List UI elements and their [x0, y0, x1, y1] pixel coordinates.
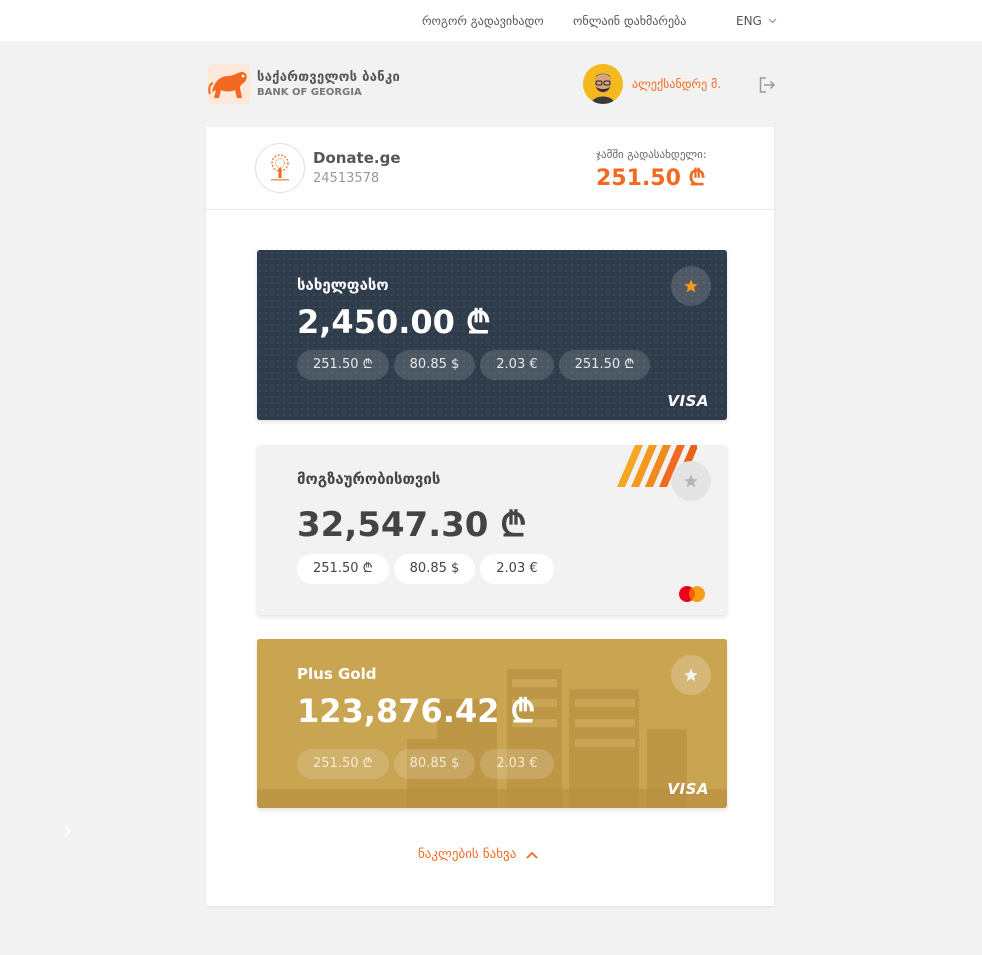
- logout-icon[interactable]: [758, 76, 776, 94]
- language-selector[interactable]: ENG: [736, 14, 777, 28]
- top-bar: როგორ გადავიხადო ონლაინ დახმარება ENG: [0, 0, 982, 41]
- star-icon: [684, 474, 698, 488]
- avatar: [583, 64, 623, 104]
- star-icon: [684, 668, 698, 682]
- merchant-id: 24513578: [313, 171, 380, 186]
- conversion-pill: 80.85 $: [393, 350, 476, 380]
- account-card-travel[interactable]: მოგზაურობისთვის 32,547.30 ₾ 251.50 ₾ 80.…: [257, 445, 727, 615]
- total-amount: 251.50 ₾: [596, 166, 706, 191]
- tree-logo-icon: [271, 154, 289, 181]
- total-label: ჯამში გადასახდელი:: [596, 148, 707, 161]
- card-name: სახელფასო: [297, 276, 389, 294]
- chevron-right-icon[interactable]: [62, 824, 72, 838]
- currency-conversions: 251.50 ₾ 80.85 $ 2.03 €: [297, 554, 559, 584]
- account-card-plus-gold[interactable]: Plus Gold 123,876.42 ₾ 251.50 ₾ 80.85 $ …: [257, 639, 727, 808]
- mastercard-logo-icon: [679, 586, 705, 602]
- conversion-pill: 251.50 ₾: [297, 749, 389, 779]
- card-name: მოგზაურობისთვის: [297, 470, 441, 488]
- avatar-photo-icon: [583, 64, 623, 104]
- conversion-pill: 251.50 ₾: [297, 554, 389, 584]
- star-icon: [684, 279, 698, 293]
- merchant-header: Donate.ge 24513578 ჯამში გადასახდელი: 25…: [206, 127, 774, 210]
- chevron-up-icon: [526, 851, 538, 859]
- favorite-button[interactable]: [671, 266, 711, 306]
- conversion-pill: 80.85 $: [393, 749, 476, 779]
- favorite-button[interactable]: [671, 461, 711, 501]
- currency-conversions: 251.50 ₾ 80.85 $ 2.03 € 251.50 ₾: [297, 350, 655, 380]
- conversion-pill: 2.03 €: [480, 554, 554, 584]
- user-name: ალექსანდრე მ.: [632, 77, 722, 91]
- user-profile[interactable]: ალექსანდრე მ.: [583, 64, 721, 104]
- show-less-button[interactable]: ნაკლების ნახვა: [418, 847, 538, 862]
- conversion-pill: 2.03 €: [480, 749, 554, 779]
- lion-logo-icon: [208, 64, 250, 104]
- online-help-link[interactable]: ონლაინ დახმარება: [573, 14, 686, 28]
- language-label: ENG: [736, 14, 762, 28]
- payment-panel: Donate.ge 24513578 ჯამში გადასახდელი: 25…: [206, 127, 774, 906]
- conversion-pill: 2.03 €: [480, 350, 554, 380]
- chevron-down-icon: [768, 18, 777, 24]
- visa-logo: VISA: [667, 392, 709, 410]
- currency-conversions: 251.50 ₾ 80.85 $ 2.03 €: [297, 749, 559, 779]
- account-card-salary[interactable]: სახელფასო 2,450.00 ₾ 251.50 ₾ 80.85 $ 2.…: [257, 250, 727, 420]
- bank-logo[interactable]: საქართველოს ბანკი BANK OF GEORGIA: [206, 64, 400, 104]
- show-less-label: ნაკლების ნახვა: [418, 847, 517, 862]
- merchant-name: Donate.ge: [313, 149, 401, 167]
- card-name: Plus Gold: [297, 665, 377, 683]
- favorite-button[interactable]: [671, 655, 711, 695]
- card-balance: 123,876.42 ₾: [297, 692, 536, 730]
- bank-name-geo: საქართველოს ბანკი: [257, 70, 401, 85]
- card-balance: 32,547.30 ₾: [297, 505, 527, 545]
- conversion-pill: 80.85 $: [393, 554, 476, 584]
- merchant-logo: [255, 143, 305, 193]
- bank-name-en: BANK OF GEORGIA: [257, 87, 362, 98]
- how-to-pay-link[interactable]: როგორ გადავიხადო: [422, 14, 544, 28]
- conversion-pill: 251.50 ₾: [297, 350, 389, 380]
- conversion-pill: 251.50 ₾: [558, 350, 651, 380]
- card-balance: 2,450.00 ₾: [297, 303, 491, 341]
- visa-logo: VISA: [667, 780, 709, 798]
